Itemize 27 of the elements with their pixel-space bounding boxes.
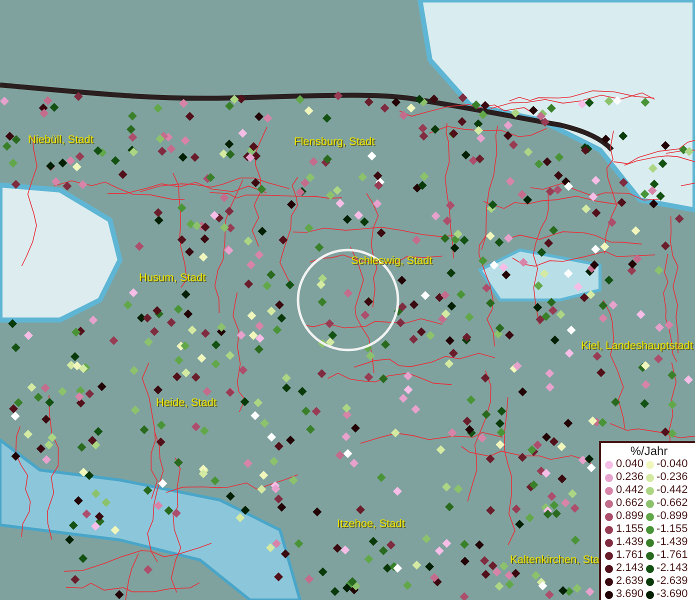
place-label: Itzehoe, Stadt xyxy=(337,518,405,531)
legend-value: -2.639 xyxy=(656,575,688,588)
place-label: Flensburg, Stadt xyxy=(294,136,375,149)
legend-value: 1.439 xyxy=(616,536,644,549)
legend-value: -0.442 xyxy=(656,484,688,497)
legend-value: -0.236 xyxy=(656,471,688,484)
legend-value: -0.899 xyxy=(656,510,688,523)
legend-value: 3.690 xyxy=(616,588,644,600)
legend-value: -1.761 xyxy=(656,549,688,562)
legend-value: -1.155 xyxy=(656,523,688,536)
legend-value: -3.690 xyxy=(656,588,688,600)
legend-value: 0.040 xyxy=(616,458,644,471)
legend-value: -1.439 xyxy=(656,536,688,549)
legend-value: 0.662 xyxy=(616,497,644,510)
legend-value: 2.639 xyxy=(616,575,644,588)
place-label: Kaltenkirchen, Sta xyxy=(510,554,600,567)
place-label: Heide, Stadt xyxy=(156,397,217,410)
legend-value: 0.236 xyxy=(616,471,644,484)
legend-value: -0.662 xyxy=(656,497,688,510)
legend-title: %/Jahr xyxy=(629,444,669,458)
legend-value: 0.442 xyxy=(616,484,644,497)
legend-value: 2.143 xyxy=(616,562,644,575)
legend-value: -2.143 xyxy=(656,562,688,575)
legend-value: 0.899 xyxy=(616,510,644,523)
legend-value: 1.155 xyxy=(616,523,644,536)
legend-value: 1.761 xyxy=(616,549,644,562)
legend-value: -0.040 xyxy=(656,458,688,471)
